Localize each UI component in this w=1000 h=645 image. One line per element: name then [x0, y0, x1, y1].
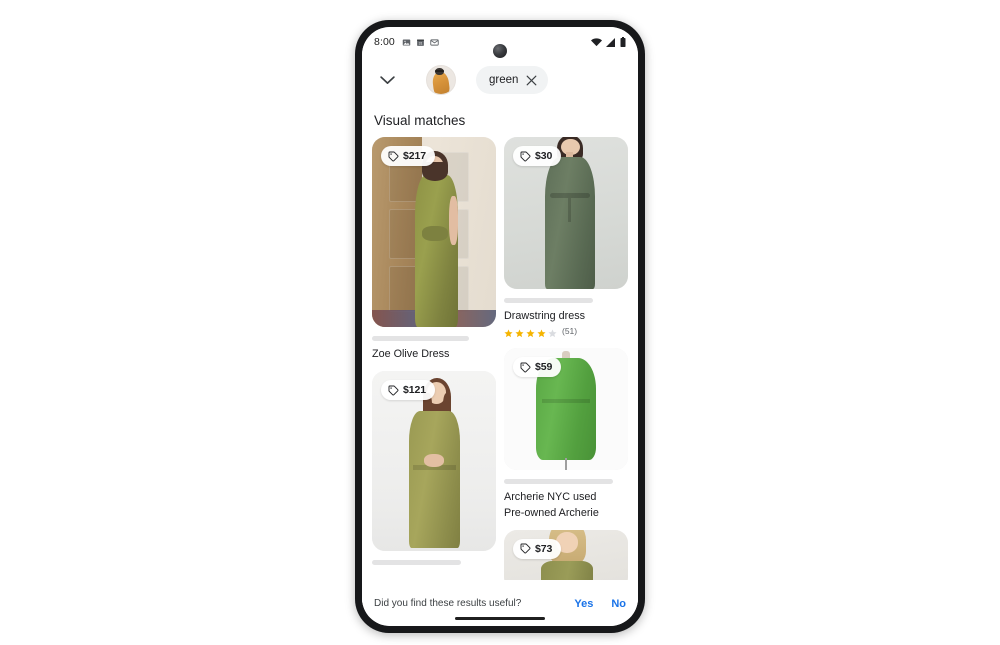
product-title: Archerie NYC used	[504, 491, 597, 504]
price-label: $121	[403, 384, 426, 397]
product-image[interactable]: $30	[504, 137, 628, 289]
loading-placeholder-bar	[372, 336, 469, 341]
product-image[interactable]: $217	[372, 137, 496, 327]
avatar-sunglasses	[434, 69, 445, 72]
app-top-bar: green	[362, 57, 638, 103]
loading-placeholder-bar	[504, 298, 594, 303]
review-count: (51)	[562, 326, 578, 337]
loading-placeholder-bar	[504, 479, 614, 485]
close-icon[interactable]	[526, 75, 537, 86]
price-tag-icon	[520, 543, 531, 554]
price-label: $73	[535, 542, 553, 555]
status-bar-notification-icons: 31	[402, 38, 439, 47]
calendar-icon: 31	[416, 39, 424, 46]
source-image-avatar[interactable]	[426, 65, 456, 95]
price-badge: $73	[513, 538, 562, 559]
wifi-icon	[591, 37, 602, 46]
star-filled-icon	[504, 329, 513, 337]
star-empty-icon	[548, 329, 557, 337]
page-title: Visual matches	[374, 113, 466, 128]
product-image[interactable]: $121	[372, 371, 496, 552]
price-badge: $59	[513, 357, 562, 378]
status-bar-clock: 8:00	[374, 36, 395, 48]
collapse-panel-button[interactable]	[374, 67, 400, 93]
price-tag-icon	[388, 151, 399, 161]
search-refinement-chip[interactable]: green	[476, 66, 549, 94]
phone-device-frame: 8:00 31 green Visual matches $217 Zoe Ol…	[355, 20, 645, 633]
product-card[interactable]: $121	[372, 371, 496, 571]
price-label: $217	[403, 150, 426, 162]
star-filled-icon	[526, 329, 535, 337]
svg-text:31: 31	[418, 41, 422, 45]
loading-placeholder-bar	[372, 560, 462, 566]
product-title: Drawstring dress	[504, 310, 585, 322]
results-column-right: $30 Drawstring dress (51) $59 Archerie N…	[504, 137, 628, 590]
image-icon	[402, 39, 411, 45]
star-filled-icon	[537, 329, 546, 337]
price-tag-icon	[520, 362, 531, 373]
feedback-yes-button[interactable]: Yes	[574, 598, 593, 610]
visual-matches-panel[interactable]: Visual matches $217 Zoe Olive Dress $121…	[362, 103, 638, 603]
feedback-question: Did you find these results useful?	[374, 598, 522, 609]
product-image[interactable]: $59	[504, 348, 628, 471]
product-title: Zoe Olive Dress	[372, 348, 450, 360]
price-badge: $30	[513, 146, 562, 166]
product-card[interactable]: $217 Zoe Olive Dress	[372, 137, 496, 361]
results-column-left: $217 Zoe Olive Dress $121	[372, 137, 496, 571]
price-badge: $121	[381, 380, 435, 401]
chip-label: green	[489, 74, 519, 86]
price-tag-icon	[520, 151, 531, 161]
product-card[interactable]: $59 Archerie NYC used Pre-owned Archerie	[504, 348, 628, 520]
price-label: $59	[535, 361, 553, 374]
product-rating: (51)	[504, 326, 628, 338]
price-label: $30	[535, 150, 553, 162]
price-badge: $217	[381, 146, 435, 166]
status-bar-system-icons	[591, 37, 626, 47]
results-masonry-grid: $217 Zoe Olive Dress $121 $30 Drawstring…	[362, 137, 638, 590]
chevron-down-icon	[379, 75, 395, 84]
cellular-signal-icon	[606, 37, 615, 47]
product-subtitle: Pre-owned Archerie	[504, 506, 599, 519]
front-camera-punch-hole	[493, 44, 507, 58]
price-tag-icon	[388, 385, 399, 396]
screenshot-canvas: 8:00 31 green Visual matches $217 Zoe Ol…	[0, 0, 1000, 645]
phone-screen: 8:00 31 green Visual matches $217 Zoe Ol…	[362, 27, 638, 626]
feedback-no-button[interactable]: No	[611, 598, 626, 610]
mail-icon	[430, 38, 439, 46]
star-filled-icon	[515, 329, 524, 337]
product-card[interactable]: $30 Drawstring dress (51)	[504, 137, 628, 338]
home-gesture-indicator[interactable]	[455, 616, 545, 620]
battery-icon	[620, 37, 626, 47]
